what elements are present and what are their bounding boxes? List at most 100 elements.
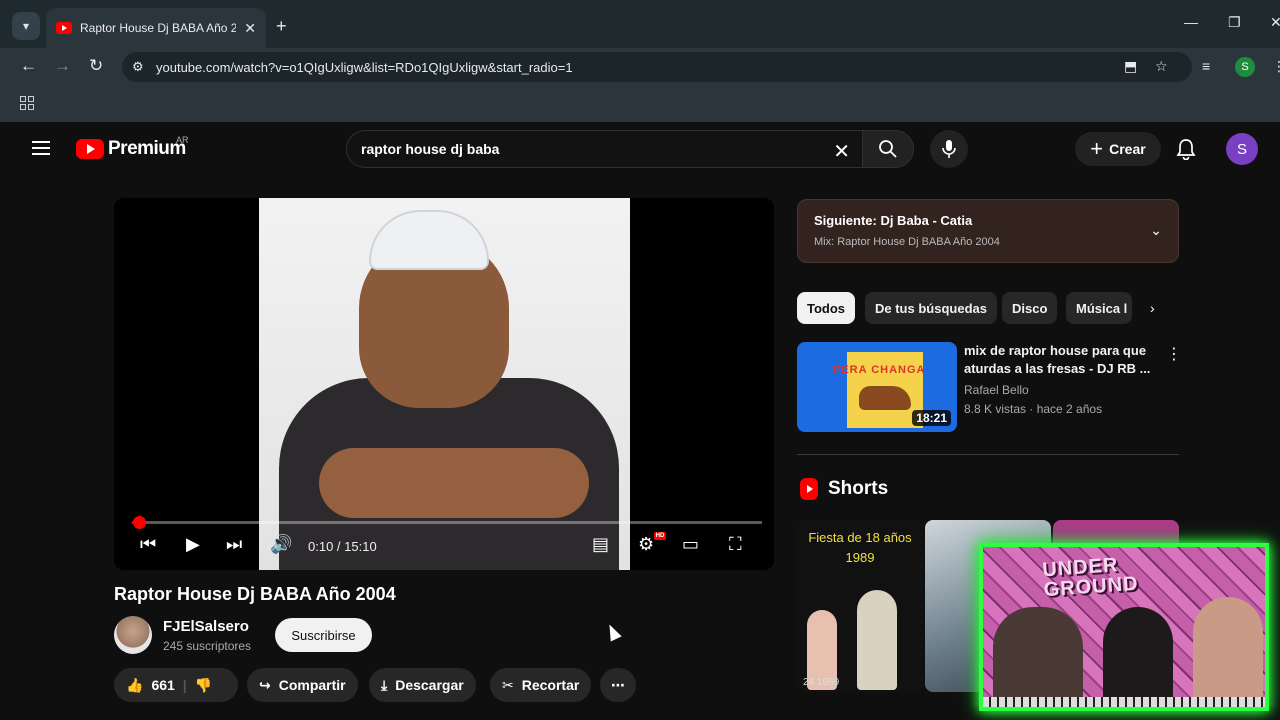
- menu-icon[interactable]: [32, 141, 50, 155]
- video-person-cap: [369, 210, 489, 270]
- bookmark-star-icon[interactable]: ☆: [1155, 58, 1168, 75]
- bell-icon: [1176, 139, 1196, 161]
- channel-name[interactable]: FJElSalsero: [163, 618, 249, 635]
- apps-grid-icon[interactable]: [20, 96, 34, 110]
- media-controls-icon[interactable]: ≡: [1202, 58, 1210, 74]
- download-icon: ⤓: [381, 676, 388, 693]
- chip-all[interactable]: Todos: [797, 292, 856, 324]
- graffiti-text: UNDER GROUND: [1042, 554, 1140, 601]
- back-icon[interactable]: ←: [20, 56, 37, 76]
- webcam-person: [993, 607, 1083, 707]
- webcam-person: [1103, 607, 1173, 707]
- like-dislike-group: 👍 661 | 👎: [114, 668, 238, 702]
- install-app-icon[interactable]: ⬒: [1124, 58, 1137, 75]
- webcam-person: [1193, 597, 1263, 707]
- notifications-button[interactable]: [1176, 138, 1196, 165]
- more-actions-button[interactable]: ⋯: [600, 668, 636, 702]
- share-label: Compartir: [278, 677, 346, 693]
- browser-tab[interactable]: Raptor House Dj BABA Año 2004 ✕: [46, 8, 266, 48]
- dislike-icon[interactable]: 👎: [195, 677, 212, 694]
- scrubber-knob[interactable]: [133, 516, 146, 529]
- browser-toolbar: ← → ↻ ⚙ youtube.com/watch?v=o1QIgUxligw&…: [0, 48, 1280, 86]
- voice-search-button[interactable]: [930, 130, 968, 168]
- short-figure: [857, 590, 897, 690]
- video-title: Raptor House Dj BABA Año 2004: [114, 584, 396, 604]
- thumbnail-text: PERA CHANGA: [833, 364, 926, 376]
- download-button[interactable]: ⤓ Descargar: [369, 668, 476, 702]
- like-icon[interactable]: 👍: [126, 677, 143, 694]
- youtube-header: Premium AR raptor house dj baba ✕ + Crea…: [8, 122, 1280, 178]
- profile-avatar[interactable]: S: [1235, 57, 1255, 77]
- forward-icon[interactable]: →: [54, 56, 71, 76]
- youtube-premium-logo[interactable]: Premium AR: [76, 135, 189, 160]
- short-card[interactable]: Fiesta de 18 años 1989 24 1989: [797, 520, 923, 692]
- youtube-favicon-icon: [56, 22, 72, 34]
- search-icon: [879, 140, 897, 158]
- theater-mode-icon[interactable]: ▭: [682, 534, 699, 555]
- playlist-up-next[interactable]: Siguiente: Dj Baba - Catia Mix: Raptor H…: [797, 199, 1179, 263]
- progress-bar[interactable]: [132, 516, 762, 529]
- logo-text: Premium: [108, 138, 186, 159]
- plus-icon: +: [1090, 136, 1104, 161]
- short-tag: 24 1989: [803, 677, 840, 688]
- hd-badge: HD: [654, 532, 666, 540]
- chip-music[interactable]: Música l: [1066, 292, 1132, 324]
- close-window-icon[interactable]: ✕: [1270, 14, 1280, 31]
- recommended-channel[interactable]: Rafael Bello: [964, 383, 1029, 397]
- short-caption: Fiesta de 18 años 1989: [797, 528, 923, 568]
- subtitles-icon[interactable]: ▤: [592, 534, 609, 555]
- timecode: 0:10 / 15:10: [308, 539, 377, 554]
- create-button[interactable]: + Crear: [1075, 132, 1161, 166]
- chevron-down-icon[interactable]: ⌄: [1150, 222, 1162, 239]
- webcam-overlay: UNDER GROUND: [979, 543, 1269, 711]
- previous-icon[interactable]: ⏮: [140, 534, 156, 555]
- video-player[interactable]: ⏮ ▶ ⏭ 🔊 0:10 / 15:10 ▤ ⚙ HD ▭ ⛶: [114, 198, 774, 570]
- video-frame: [259, 198, 630, 570]
- subscriber-count: 245 suscriptores: [163, 639, 252, 653]
- search-input[interactable]: raptor house dj baba ✕: [346, 130, 862, 168]
- like-count[interactable]: 661: [151, 677, 174, 693]
- shorts-icon: [800, 478, 818, 500]
- close-tab-icon[interactable]: ✕: [244, 20, 256, 37]
- restore-icon[interactable]: ❐: [1228, 14, 1241, 31]
- fullscreen-icon[interactable]: ⛶: [729, 534, 742, 555]
- scissors-icon: ✂: [502, 676, 514, 693]
- next-icon[interactable]: ⏭: [226, 534, 242, 555]
- keyboard-strip: [983, 697, 1265, 707]
- share-icon: ↪: [259, 676, 271, 693]
- channel-avatar[interactable]: [114, 616, 152, 654]
- account-avatar[interactable]: S: [1226, 133, 1258, 165]
- minimize-icon[interactable]: —: [1184, 14, 1198, 30]
- download-label: Descargar: [395, 677, 464, 693]
- recommended-thumbnail[interactable]: PERA CHANGA 18:21: [797, 342, 957, 432]
- chip-from-searches[interactable]: De tus búsquedas: [865, 292, 997, 324]
- thumbnail-shoe: [859, 386, 911, 410]
- volume-icon[interactable]: 🔊: [270, 534, 292, 555]
- video-duration: 18:21: [912, 410, 951, 426]
- more-horizontal-icon: ⋯: [611, 676, 625, 693]
- more-vertical-icon[interactable]: ⋮: [1166, 344, 1182, 364]
- youtube-logo-icon: [76, 139, 104, 159]
- play-icon[interactable]: ▶: [186, 534, 200, 555]
- chip-disco[interactable]: Disco: [1002, 292, 1058, 324]
- microphone-icon: [942, 140, 956, 158]
- reload-icon[interactable]: ↻: [89, 56, 103, 76]
- chevron-right-icon[interactable]: ›: [1150, 300, 1155, 316]
- clear-search-icon[interactable]: ✕: [833, 139, 850, 164]
- address-bar[interactable]: ⚙ youtube.com/watch?v=o1QIgUxligw&list=R…: [122, 52, 1192, 82]
- search-button[interactable]: [862, 130, 914, 168]
- tab-search-button[interactable]: ▾: [12, 12, 40, 40]
- clip-button[interactable]: ✂ Recortar: [490, 668, 592, 702]
- new-tab-button[interactable]: +: [276, 16, 287, 37]
- bookmarks-bar: [0, 86, 1280, 122]
- tab-title: Raptor House Dj BABA Año 2004: [80, 21, 237, 35]
- subscribe-button[interactable]: Suscribirse: [275, 618, 372, 652]
- create-label: Crear: [1109, 141, 1146, 157]
- share-button[interactable]: ↪ Compartir: [247, 668, 358, 702]
- browser-menu-icon[interactable]: ⋮: [1272, 58, 1280, 75]
- up-next-label: Siguiente: Dj Baba - Catia: [814, 213, 973, 228]
- search-query: raptor house dj baba: [361, 141, 500, 157]
- site-info-icon[interactable]: ⚙: [132, 59, 144, 75]
- settings-icon[interactable]: ⚙: [638, 534, 654, 555]
- recommended-title[interactable]: mix de raptor house para que aturdas a l…: [964, 342, 1154, 378]
